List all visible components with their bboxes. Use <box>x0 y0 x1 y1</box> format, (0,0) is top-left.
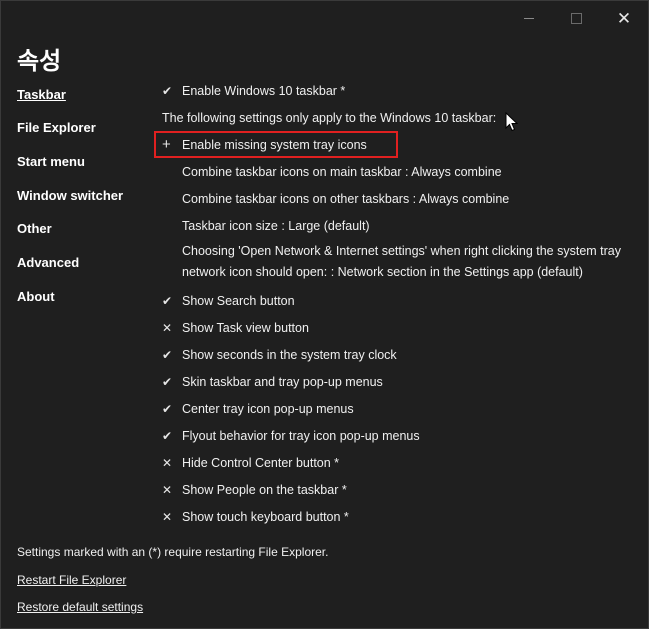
setting-show-people[interactable]: ✕ Show People on the taskbar * <box>162 483 347 497</box>
setting-show-search-button[interactable]: ✔ Show Search button <box>162 294 295 308</box>
setting-label: Combine taskbar icons on other taskbars … <box>182 192 510 206</box>
setting-label: Choosing 'Open Network & Internet settin… <box>182 244 622 279</box>
setting-show-seconds-clock[interactable]: ✔ Show seconds in the system tray clock <box>162 348 397 362</box>
setting-skin-menus[interactable]: ✔ Skin taskbar and tray pop-up menus <box>162 375 383 389</box>
restart-note: Settings marked with an (*) require rest… <box>17 545 329 559</box>
sidebar-item-other[interactable]: Other <box>17 221 52 236</box>
setting-label: Skin taskbar and tray pop-up menus <box>182 375 383 389</box>
setting-label: Show seconds in the system tray clock <box>182 348 397 362</box>
taskbar-info-text: The following settings only apply to the… <box>162 111 497 125</box>
sidebar-item-taskbar[interactable]: Taskbar <box>17 87 66 102</box>
setting-center-popups[interactable]: ✔ Center tray icon pop-up menus <box>162 402 354 416</box>
setting-flyout-behavior[interactable]: ✔ Flyout behavior for tray icon pop-up m… <box>162 429 420 443</box>
setting-combine-other-taskbars[interactable]: Combine taskbar icons on other taskbars … <box>182 192 509 206</box>
check-icon: ✔ <box>162 294 173 308</box>
setting-label: Show People on the taskbar * <box>182 483 347 497</box>
sidebar-item-file-explorer[interactable]: File Explorer <box>17 120 96 135</box>
setting-label: Enable Windows 10 taskbar * <box>182 84 346 98</box>
setting-hide-control-center[interactable]: ✕ Hide Control Center button * <box>162 456 339 470</box>
minimize-button[interactable] <box>506 5 552 31</box>
setting-network-icon-open[interactable]: Choosing 'Open Network & Internet settin… <box>182 241 632 283</box>
minimize-icon <box>524 17 534 19</box>
sidebar-item-about[interactable]: About <box>17 289 55 304</box>
setting-enable-missing-tray-icons[interactable]: + Enable missing system tray icons <box>162 136 367 153</box>
cross-icon: ✕ <box>162 510 173 524</box>
cross-icon: ✕ <box>162 321 173 335</box>
setting-label: Flyout behavior for tray icon pop-up men… <box>182 429 420 443</box>
sidebar-item-window-switcher[interactable]: Window switcher <box>17 188 123 203</box>
mouse-pointer-icon <box>505 112 519 132</box>
setting-show-touch-keyboard[interactable]: ✕ Show touch keyboard button * <box>162 510 349 524</box>
setting-label: Combine taskbar icons on main taskbar : … <box>182 165 502 179</box>
cross-icon: ✕ <box>162 456 173 470</box>
setting-enable-win10-taskbar[interactable]: ✔ Enable Windows 10 taskbar * <box>162 84 345 98</box>
check-icon: ✔ <box>162 348 173 362</box>
setting-label: Taskbar icon size : Large (default) <box>182 219 370 233</box>
maximize-button[interactable] <box>553 5 599 31</box>
cross-icon: ✕ <box>162 483 173 497</box>
check-icon: ✔ <box>162 429 173 443</box>
check-icon: ✔ <box>162 84 173 98</box>
properties-window: ✕ 속성 Taskbar File Explorer Start menu Wi… <box>0 0 649 629</box>
sidebar-item-advanced[interactable]: Advanced <box>17 255 79 270</box>
check-icon: ✔ <box>162 402 173 416</box>
restart-explorer-link[interactable]: Restart File Explorer <box>17 573 126 587</box>
setting-label: Show touch keyboard button * <box>182 510 349 524</box>
setting-label: Show Search button <box>182 294 295 308</box>
plus-icon: + <box>162 136 171 153</box>
setting-show-task-view-button[interactable]: ✕ Show Task view button <box>162 321 309 335</box>
setting-label: Hide Control Center button * <box>182 456 340 470</box>
close-button[interactable]: ✕ <box>601 5 647 31</box>
setting-label: Show Task view button <box>182 321 309 335</box>
sidebar-item-start-menu[interactable]: Start menu <box>17 154 85 169</box>
maximize-icon <box>570 12 582 24</box>
page-title: 속성 <box>17 47 62 75</box>
restore-defaults-link[interactable]: Restore default settings <box>17 600 143 614</box>
setting-label: Enable missing system tray icons <box>182 138 367 152</box>
close-icon: ✕ <box>616 8 632 28</box>
setting-combine-main-taskbar[interactable]: Combine taskbar icons on main taskbar : … <box>182 165 502 179</box>
setting-label: Center tray icon pop-up menus <box>182 402 354 416</box>
setting-taskbar-icon-size[interactable]: Taskbar icon size : Large (default) <box>182 219 370 233</box>
check-icon: ✔ <box>162 375 173 389</box>
